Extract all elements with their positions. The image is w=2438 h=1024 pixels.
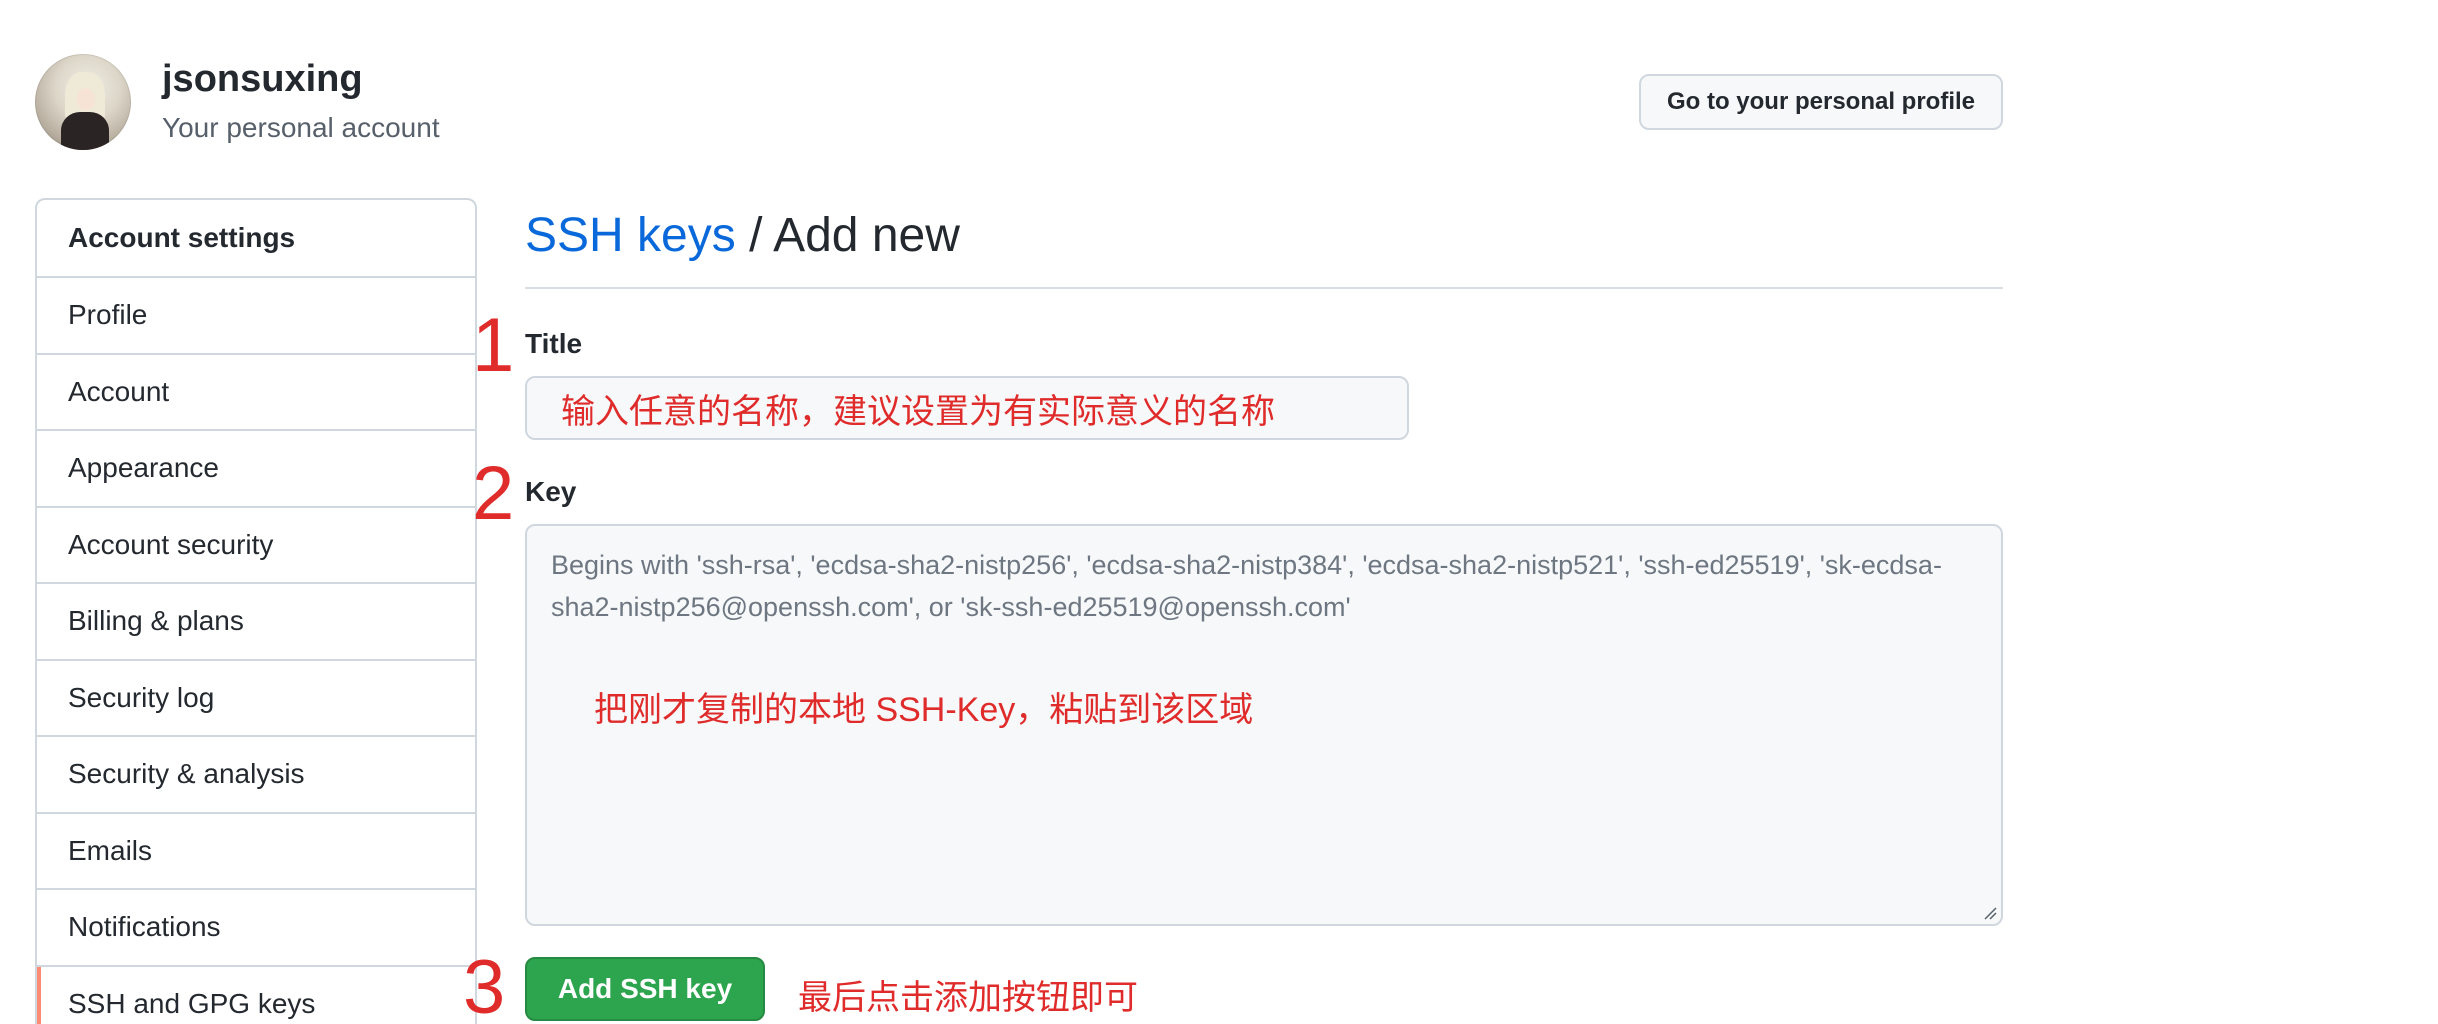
title-input[interactable]: 输入任意的名称，建议设置为有实际意义的名称	[525, 376, 1409, 440]
resize-grip-icon[interactable]	[1981, 904, 1997, 920]
go-to-profile-button[interactable]: Go to your personal profile	[1639, 74, 2003, 130]
key-textarea[interactable]: Begins with 'ssh-rsa', 'ecdsa-sha2-nistp…	[525, 524, 2003, 926]
sidebar-item-appearance[interactable]: Appearance	[37, 431, 475, 508]
avatar-coat	[61, 112, 109, 150]
sidebar-item-account[interactable]: Account	[37, 355, 475, 431]
annotation-step-2: 2	[472, 451, 515, 536]
sidebar-item-profile[interactable]: Profile	[37, 278, 475, 355]
avatar-face	[77, 88, 95, 110]
settings-sidebar: Account settings Profile Account Appeara…	[35, 198, 477, 1024]
heading-divider	[525, 287, 2003, 289]
settings-page: jsonsuxing Your personal account Go to y…	[0, 0, 2438, 1024]
annotation-step-1: 1	[472, 303, 515, 388]
sidebar-item-account-security[interactable]: Account security	[37, 508, 475, 584]
title-label: Title	[525, 328, 583, 359]
final-note: 最后点击添加按钮即可	[798, 979, 1138, 1017]
sidebar-item-ssh-gpg-keys[interactable]: SSH and GPG keys	[37, 966, 475, 1024]
add-ssh-key-button[interactable]: Add SSH key	[525, 957, 765, 1021]
sidebar-item-security-log[interactable]: Security log	[37, 661, 475, 737]
key-placeholder: Begins with 'ssh-rsa', 'ecdsa-sha2-nistp…	[551, 550, 1942, 622]
key-label: Key	[525, 476, 577, 507]
sidebar-item-security-analysis[interactable]: Security & analysis	[37, 737, 475, 814]
breadcrumb-current: / Add new	[735, 209, 960, 262]
account-subtitle: Your personal account	[162, 112, 440, 143]
sidebar-item-emails[interactable]: Emails	[37, 814, 475, 890]
username[interactable]: jsonsuxing	[162, 58, 363, 101]
key-annotation: 把刚才复制的本地 SSH-Key，粘贴到该区域	[594, 691, 1254, 729]
sidebar-item-billing[interactable]: Billing & plans	[37, 584, 475, 661]
sidebar-heading: Account settings	[37, 200, 475, 278]
avatar[interactable]	[35, 54, 131, 150]
annotation-step-3: 3	[463, 945, 506, 1024]
breadcrumb-ssh-keys-link[interactable]: SSH keys	[525, 209, 736, 262]
sidebar-item-notifications[interactable]: Notifications	[37, 890, 475, 967]
breadcrumb: SSH keys / Add new	[525, 208, 960, 263]
